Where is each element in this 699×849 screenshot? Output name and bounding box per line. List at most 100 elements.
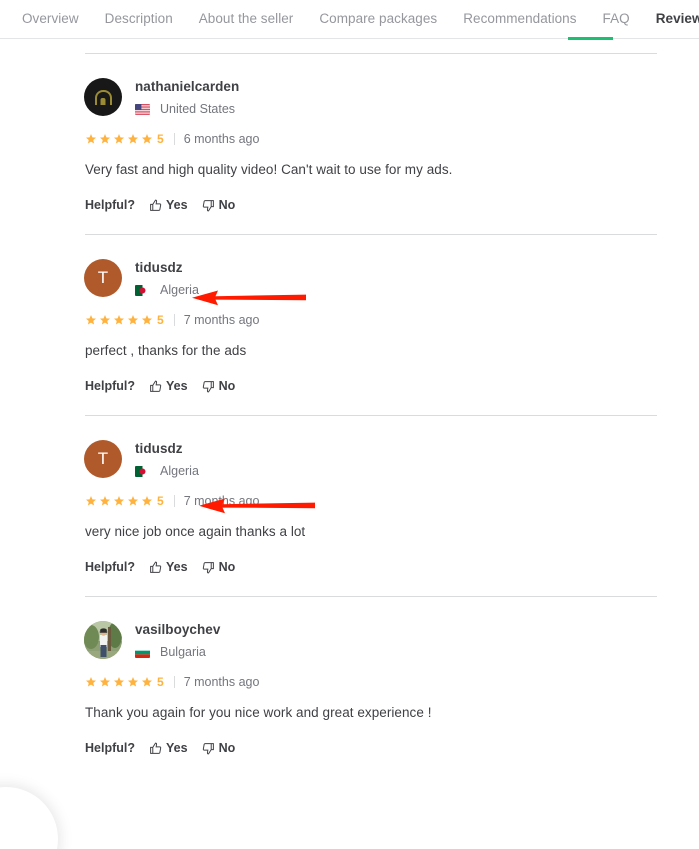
star-rating-icons <box>85 495 153 507</box>
tab-faq[interactable]: FAQ <box>603 0 630 27</box>
helpful-controls: Helpful? Yes No <box>85 379 699 393</box>
helpful-no-button[interactable]: No <box>202 741 236 755</box>
helpful-no-button[interactable]: No <box>202 198 235 212</box>
rating: 5 6 months ago <box>85 132 699 146</box>
helpful-yes-label: Yes <box>166 379 188 393</box>
reviewer-username[interactable]: nathanielcarden <box>135 78 239 95</box>
country-label: United States <box>160 102 236 116</box>
review-text: Very fast and high quality video! Can't … <box>85 162 453 177</box>
reviewer-location: United States <box>135 102 239 116</box>
review-timestamp: 7 months ago <box>183 313 260 327</box>
avatar[interactable]: T <box>84 440 122 478</box>
helpful-no-label: No <box>218 379 236 393</box>
separator <box>173 133 175 145</box>
reviewer-location: Algeria <box>135 283 199 297</box>
star-icon <box>128 677 138 687</box>
avatar[interactable] <box>84 621 122 659</box>
helpful-label: Helpful? <box>85 198 135 212</box>
brand-logo-icon <box>94 89 112 105</box>
helpful-yes-label: Yes <box>166 560 188 574</box>
thumbs-down-icon <box>202 199 214 211</box>
star-icon <box>128 134 138 144</box>
review-timestamp: 6 months ago <box>183 132 260 146</box>
avatar-initial: T <box>97 268 109 287</box>
tab-compare-packages[interactable]: Compare packages <box>319 0 437 27</box>
reviewer-username[interactable]: tidusdz <box>135 259 199 276</box>
avatar-photo <box>84 621 122 659</box>
tab-description[interactable]: Description <box>105 0 173 27</box>
star-icon <box>86 134 96 144</box>
helpful-label: Helpful? <box>85 560 135 574</box>
star-icon <box>100 496 110 506</box>
star-icon <box>86 677 96 687</box>
thumbs-down-icon <box>202 380 214 392</box>
rating-value: 5 <box>157 313 164 327</box>
helpful-no-label: No <box>218 560 236 574</box>
helpful-no-button[interactable]: No <box>202 560 236 574</box>
floating-chat-widget[interactable] <box>0 787 58 849</box>
helpful-yes-button[interactable]: Yes <box>149 560 188 574</box>
helpful-yes-label: Yes <box>166 741 188 755</box>
rating-value: 5 <box>157 494 164 508</box>
us-flag-icon <box>135 103 150 115</box>
helpful-yes-label: Yes <box>166 198 188 212</box>
star-icon <box>114 677 124 687</box>
algeria-flag-icon <box>135 465 150 477</box>
tab-about-the-seller[interactable]: About the seller <box>199 0 294 27</box>
review-timestamp: 7 months ago <box>183 675 260 689</box>
rating: 5 7 months ago <box>85 675 699 689</box>
helpful-no-button[interactable]: No <box>202 379 236 393</box>
helpful-label: Helpful? <box>85 741 135 755</box>
star-icon <box>86 496 96 506</box>
star-icon <box>86 315 96 325</box>
tab-overview[interactable]: Overview <box>22 0 79 27</box>
rating-value: 5 <box>157 675 164 689</box>
review-item: vasilboychev Bulgaria 5 7 months ago Tha… <box>0 597 699 777</box>
thumbs-up-icon <box>150 742 162 754</box>
review-text: very nice job once again thanks a lot <box>85 524 306 539</box>
separator <box>173 314 175 326</box>
star-rating-icons <box>85 133 153 145</box>
reviewer-username[interactable]: tidusdz <box>135 440 199 457</box>
rating: 5 7 months ago <box>85 494 699 508</box>
helpful-controls: Helpful? Yes No <box>85 198 699 212</box>
helpful-yes-button[interactable]: Yes <box>149 379 188 393</box>
avatar-initial: T <box>97 449 109 468</box>
star-icon <box>142 677 152 687</box>
tab-reviews[interactable]: Reviews <box>656 0 699 27</box>
reviewer-location: Bulgaria <box>135 645 220 659</box>
reviews-list: nathanielcarden United States 5 6 months… <box>0 53 699 777</box>
rating: 5 7 months ago <box>85 313 699 327</box>
star-rating-icons <box>85 676 153 688</box>
review-item: T tidusdz Algeria 5 7 months ago very ni… <box>0 416 699 596</box>
country-label: Algeria <box>160 283 199 297</box>
star-icon <box>100 677 110 687</box>
review-timestamp: 7 months ago <box>183 494 260 508</box>
star-icon <box>100 134 110 144</box>
review-item: T tidusdz Algeria 5 7 months ago perfect… <box>0 235 699 415</box>
separator <box>173 676 175 688</box>
review-text: Thank you again for you nice work and gr… <box>85 705 432 720</box>
helpful-yes-button[interactable]: Yes <box>149 741 188 755</box>
active-tab-indicator <box>568 37 613 40</box>
algeria-flag-icon <box>135 284 150 296</box>
avatar[interactable] <box>84 78 122 116</box>
helpful-yes-button[interactable]: Yes <box>149 198 188 212</box>
tab-recommendations[interactable]: Recommendations <box>463 0 576 27</box>
star-icon <box>114 496 124 506</box>
star-icon <box>100 315 110 325</box>
star-icon <box>142 496 152 506</box>
reviewer-location: Algeria <box>135 464 199 478</box>
thumbs-up-icon <box>150 561 162 573</box>
country-label: Bulgaria <box>160 645 206 659</box>
reviewer-username[interactable]: vasilboychev <box>135 621 220 638</box>
helpful-controls: Helpful? Yes No <box>85 741 699 755</box>
gig-section-nav: Overview Description About the seller Co… <box>0 0 699 40</box>
avatar[interactable]: T <box>84 259 122 297</box>
thumbs-up-icon <box>150 380 162 392</box>
country-label: Algeria <box>160 464 199 478</box>
helpful-no-label: No <box>218 741 236 755</box>
review-text: perfect , thanks for the ads <box>85 343 247 358</box>
thumbs-down-icon <box>202 561 214 573</box>
star-icon <box>114 134 124 144</box>
